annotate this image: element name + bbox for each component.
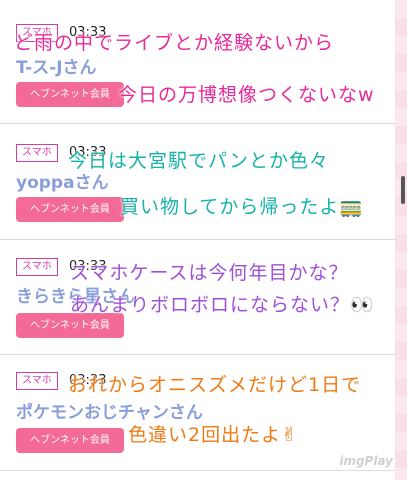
list-item[interactable]: スマホ 03:33 yoppaさん ヘブンネット会員 [0,124,395,240]
device-badge: スマホ [16,144,58,162]
overlay-caption: あんまりボロボロにならない？👀 [70,294,375,316]
member-badge-button[interactable]: ヘブンネット会員 [16,428,124,453]
overlay-caption: おれからオニスズメだけど1日で [68,374,362,396]
device-badge: スマホ [16,258,58,276]
overlay-caption: 今日の万博想像つくないなw [118,84,375,106]
imgplay-watermark: imgPlay [339,454,393,468]
member-badge-button[interactable]: ヘブンネット会員 [16,197,124,222]
overlay-caption: スマホケースは今何年目かな？ [70,262,349,284]
username-link[interactable]: T-ス-Jさん [16,53,97,78]
scrollbar-thumb[interactable] [401,176,405,204]
post-feed: スマホ 03:33 T-ス-Jさん ヘブンネット会員 スマホ 03:33 yop… [0,0,395,480]
overlay-caption: 色違い2回出たよ✌ [128,424,299,446]
overlay-caption: 今日は大宮駅でパンとか色々 [68,150,329,172]
overlay-caption: ど雨の中でライブとか経験ないから [14,32,335,54]
overlay-caption: 買い物してから帰ったよ🚃 [120,196,365,218]
device-badge: スマホ [16,372,58,390]
member-badge-button[interactable]: ヘブンネット会員 [16,82,124,107]
page-edge [395,0,407,480]
